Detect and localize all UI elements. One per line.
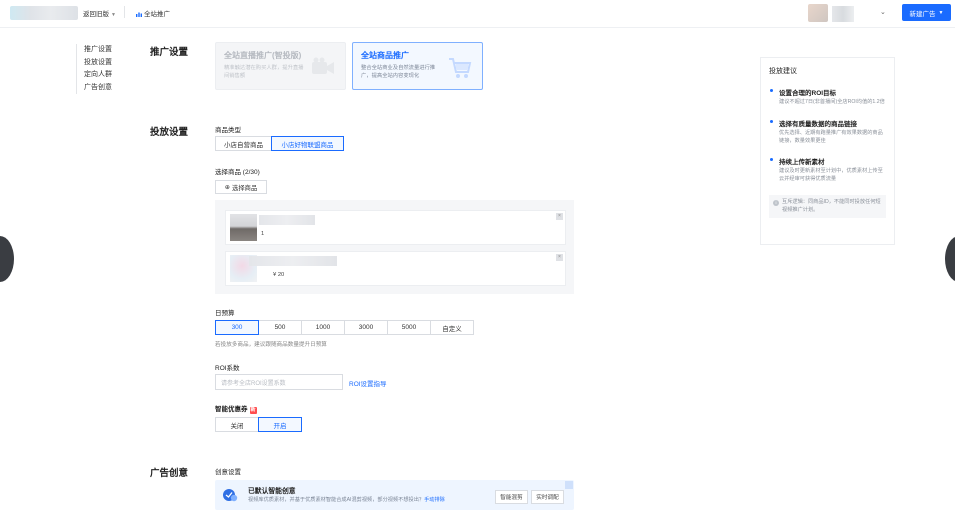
smart-creative-desc: 视频库优质素材，并基于优质素材智能合成AI混剪视频，部分视频不想投出？手动排除 [248,496,445,503]
chevron-down-icon: ▼ [111,12,116,18]
remove-icon[interactable]: × [556,213,563,220]
camera-icon [312,57,334,74]
divider [124,6,125,18]
product-title [259,215,315,225]
bullet-icon [770,89,773,92]
advice-panel: 投放建议 设置合理的ROI目标 建议不超过7日(非首播间)全店ROI均值的1.2… [760,57,895,245]
budget-option-custom[interactable]: 自定义 [430,320,474,335]
select-goods-button-label: 选择商品 [232,184,258,192]
advice-heading: 选择有质量数据的商品链接 [779,120,857,128]
chevron-down-icon: ▼ [938,9,944,16]
select-goods-button[interactable]: ⊕ 选择商品 [215,180,267,194]
nav-item-audience[interactable]: 定向人群 [84,69,112,82]
smart-creative-desc-question: 部分视频不想投出？ [377,497,425,503]
new-badge: 新 [249,407,257,414]
info-icon: i [773,199,779,206]
section-title-delivery: 投放设置 [150,127,189,138]
advice-note: i 互斥逻辑：同商品ID，不能同时投放任何短视频推广计划。 [769,194,886,219]
product-price: ¥ 20 [273,272,285,278]
product-thumbnail [230,214,257,241]
promo-card-live[interactable]: 全站直播推广(智投版) 精准触达潜在购买人群，提升直播间销售额 [215,42,346,90]
breadcrumb: 全站推广 [136,8,170,18]
list-item[interactable]: 1 × [225,210,566,245]
bullet-icon [770,158,773,162]
advice-body: 建议及时更新素材至计划中，优质素材上传至云并经审可获得优质流量 [779,168,883,183]
smart-creative-desc-text: 视频库优质素材，并基于优质素材智能合成AI混剪视频， [248,497,378,503]
budget-option-500[interactable]: 500 [258,320,302,335]
smart-coupon-toggle: 关闭 开启 [215,417,302,432]
promo-card-goods[interactable]: 全站商品推广 整合全站商业及自然流量进行推广，提高全站内容变现化 [352,42,483,90]
section-nav: 推广设置 投放设置 定向人群 广告创意 [76,44,112,94]
promo-card-desc: 精准触达潜在购买人群，提升直播间销售额 [224,65,304,79]
coupon-option-off[interactable]: 关闭 [215,417,259,432]
smart-mix-button[interactable]: 智能混剪 [495,490,528,504]
nav-item-promo-settings[interactable]: 推广设置 [84,44,112,57]
product-meta: 1 [261,231,265,237]
budget-option-1000[interactable]: 1000 [301,320,345,335]
daily-budget-selector: 300 500 1000 3000 5000 自定义 [215,320,474,335]
product-type-selector: 小店自营商品 小店好物联盟商品 [215,136,344,151]
right-scroll-handle[interactable] [945,236,955,282]
select-goods-label: 选择商品 (2/30) [215,169,260,176]
smart-coupon-label-text: 智能优惠券 [215,406,248,413]
list-item[interactable]: ¥ 20 × [225,251,566,286]
avatar[interactable] [808,4,828,22]
nav-item-delivery-settings[interactable]: 投放设置 [84,57,112,70]
budget-hint: 若投放多商品，建议跟随商品数量提升日预算 [215,342,327,348]
manual-exclude-link[interactable]: 手动排除 [424,497,445,503]
advice-heading: 设置合理的ROI目标 [779,90,837,97]
chevron-down-icon[interactable]: ⌄ [880,8,886,16]
smart-creative-icon [223,489,238,502]
remove-icon[interactable]: × [556,254,563,261]
left-scroll-handle[interactable] [0,236,14,282]
coupon-option-on[interactable]: 开启 [258,417,302,432]
daily-budget-label: 日预算 [215,310,235,317]
promo-card-desc: 整合全站商业及自然流量进行推广，提高全站内容变现化 [361,65,436,79]
breadcrumb-label: 全站推广 [144,11,170,18]
roi-label: ROI系数 [215,365,240,372]
list-item: 选择有质量数据的商品链接 优先选择、近期有跑量推广有效果数据的商品链接，数量效果… [769,118,886,146]
plus-circle-icon: ⊕ [224,183,231,191]
section-title-promo: 推广设置 [150,47,189,58]
selected-goods-list: 1 × ¥ 20 × [215,200,574,294]
realtime-adjust-button[interactable]: 实时调配 [531,490,564,504]
budget-option-5000[interactable]: 5000 [387,320,431,335]
smart-coupon-label: 智能优惠券新 [215,403,257,414]
advice-heading: 持续上传新素材 [779,159,825,167]
product-type-label: 商品类型 [215,127,241,134]
list-item: 持续上传新素材 建议及时更新素材至计划中，优质素材上传至云并经审可获得优质流量 [769,156,886,184]
bullet-icon [770,119,773,123]
cart-icon [449,58,472,78]
back-label: 返回旧版 [83,11,109,18]
section-title-creative: 广告创意 [150,468,189,479]
smart-creative-panel: 已默认智能创意 视频库优质素材，并基于优质素材智能合成AI混剪视频，部分视频不想… [215,480,574,510]
chart-icon [136,12,142,17]
product-title [249,256,337,266]
product-type-option-own[interactable]: 小店自营商品 [215,136,272,151]
logo[interactable] [10,6,78,20]
smart-creative-title: 已默认智能创意 [248,488,296,495]
advice-body: 优先选择、近期有跑量推广有效果数据的商品链接，数量效果更佳 [779,129,883,144]
product-type-option-alliance[interactable]: 小店好物联盟商品 [271,136,344,151]
new-ad-button[interactable]: 新建广告 ▼ [902,4,951,21]
top-bar: 返回旧版 ▼ 全站推广 ⌄ 新建广告 ▼ [0,0,955,28]
roi-guide-link[interactable]: ROI设置指导 [349,378,387,388]
budget-option-300[interactable]: 300 [215,320,259,335]
advice-body: 建议不超过7日(非首播间)全店ROI均值的1.2倍 [779,99,885,105]
budget-option-3000[interactable]: 3000 [344,320,388,335]
advice-title: 投放建议 [769,68,797,75]
roi-input[interactable]: 请参考全店ROI设置系数 [215,374,343,390]
account-name[interactable] [832,6,854,22]
corner-marker [565,481,573,489]
list-item: 设置合理的ROI目标 建议不超过7日(非首播间)全店ROI均值的1.2倍 [769,87,886,107]
creative-settings-label: 创意设置 [215,469,241,476]
advice-note-text: 互斥逻辑：同商品ID，不能同时投放任何短视频推广计划。 [782,198,881,213]
new-ad-label: 新建广告 [909,10,936,18]
nav-item-creative[interactable]: 广告创意 [84,82,112,95]
back-to-old-version-link[interactable]: 返回旧版 ▼ [83,8,116,18]
